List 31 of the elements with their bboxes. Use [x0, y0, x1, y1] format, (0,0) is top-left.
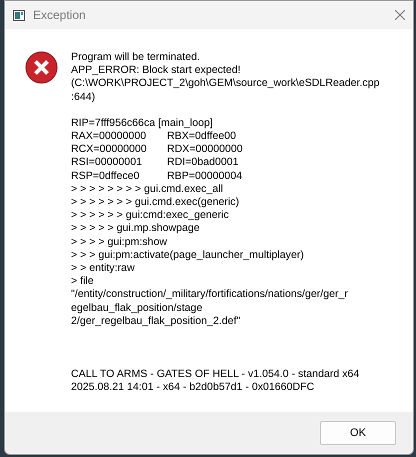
message-line: Program will be terminated. [71, 51, 201, 64]
register-value: RBP=00000004 [167, 170, 244, 183]
stack-line: 2/ger_regelbau_flak_position_2.def" [71, 314, 242, 328]
message-line: APP_ERROR: Block start expected! [71, 64, 242, 78]
register-value: RAX=00000000 [71, 130, 148, 144]
message-line: (C:\WORK\PROJECT_2\goh\GEM\source_work\eSDLReader.cpp [71, 77, 380, 91]
register-value: RSI=00000001 [71, 156, 143, 170]
ok-button[interactable]: OK [320, 421, 396, 445]
version-line: 2025.08.21 14:01 - x64 - b2d0b57d1 - 0x01660DFC [71, 381, 316, 394]
version-line: CALL TO ARMS - GATES OF HELL - v1.054.0 - standard x64 [71, 368, 360, 382]
stack-line: egelbau_flak_position/stage [71, 302, 204, 315]
app-icon [13, 10, 25, 20]
register-value: RDI=0bad0001 [167, 156, 240, 170]
register-value: RCX=00000000 [71, 143, 148, 156]
register-line: RIP=7fff956c66ca [main_loop] [71, 116, 214, 130]
stack-line: > > > > > gui.mp.showpage [71, 222, 201, 236]
register-value: RBX=0dffee00 [167, 130, 238, 144]
error-icon [25, 51, 58, 84]
stack-line: "/entity/construction/_military/fortifications/nations/ger/ger_r [71, 288, 349, 302]
stack-line: > > > > > > > gui.cmd.exec(generic) [71, 196, 240, 210]
register-value: RSP=0dffece0 [71, 170, 140, 183]
stack-line: > > > > gui:pm:show [71, 236, 168, 249]
stack-line: > file [71, 275, 95, 288]
stack-line: > > > > > > gui:cmd:exec_generic [71, 209, 230, 222]
stack-line: > > > > > > > > gui.cmd.exec_all [71, 182, 224, 196]
stack-line: > > entity:raw [71, 262, 136, 276]
window-title: Exception [33, 8, 87, 22]
register-value: RDX=00000000 [167, 143, 244, 156]
stack-line: > > > gui:pm:activate(page_launcher_multiplayer) [71, 248, 305, 262]
message-line: :644) [71, 90, 96, 104]
close-icon[interactable] [395, 10, 405, 20]
